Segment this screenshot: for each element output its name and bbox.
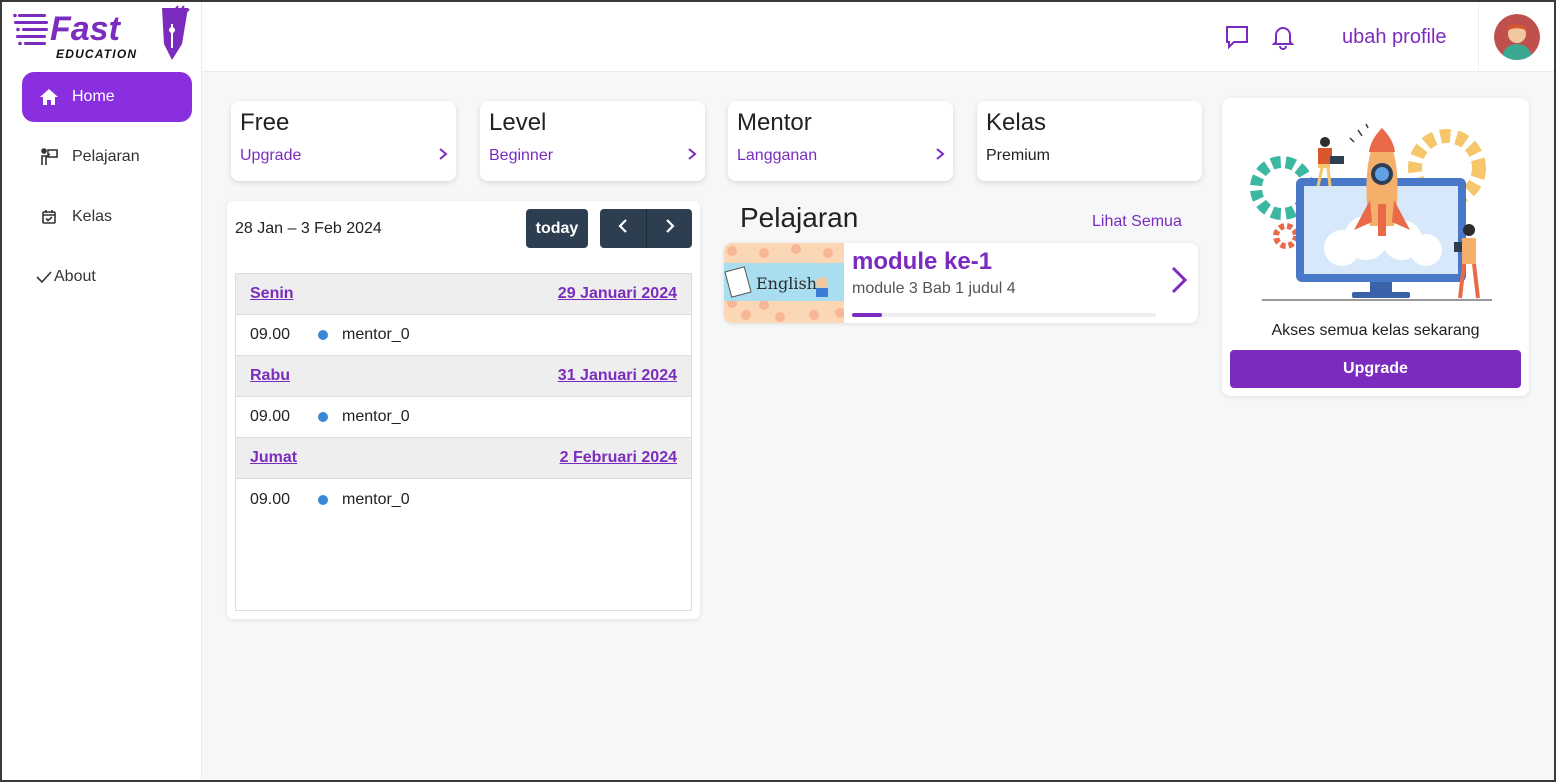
top-header: ubah profile	[202, 2, 1554, 72]
event-title: mentor_0	[342, 326, 410, 343]
rocket-illustration	[1242, 108, 1512, 308]
calendar-event[interactable]: 09.00 mentor_0	[236, 315, 691, 356]
chevron-right-icon	[935, 147, 945, 166]
module-title: module ke-1	[852, 248, 993, 275]
sidebar-item-about[interactable]: About	[22, 252, 192, 302]
brand-logo[interactable]: Fast EDUCATION	[12, 4, 192, 64]
event-dot	[318, 412, 328, 422]
day-header: Jumat 2 Februari 2024	[236, 438, 691, 479]
lessons-heading: Pelajaran	[740, 202, 859, 233]
stat-card-kelas: Kelas Premium	[977, 101, 1202, 181]
stat-sub: Beginner	[489, 147, 554, 164]
sidebar-item-kelas[interactable]: Kelas	[22, 192, 192, 242]
day-date-link[interactable]: 31 Januari 2024	[558, 367, 677, 385]
day-name-link[interactable]: Rabu	[250, 367, 290, 385]
sidebar-nav: Home Pelajaran Kelas About	[22, 72, 192, 312]
calendar-date-range: 28 Jan – 3 Feb 2024	[235, 220, 382, 237]
chevron-right-icon	[687, 147, 697, 166]
day-header: Senin 29 Januari 2024	[236, 274, 691, 315]
chevron-right-icon	[1170, 265, 1188, 300]
upgrade-button[interactable]: Upgrade	[1230, 350, 1521, 388]
app-window: Fast EDUCATION Home Pelajaran Kelas Abou…	[2, 2, 1554, 780]
sidebar-item-label: Kelas	[72, 208, 113, 225]
stat-card-level[interactable]: Level Beginner	[480, 101, 705, 181]
event-dot	[318, 494, 328, 505]
avatar[interactable]	[1493, 14, 1540, 60]
prev-week-button[interactable]	[600, 209, 646, 248]
sidebar-item-label: Pelajaran	[72, 148, 140, 165]
avatar-container	[1478, 2, 1554, 72]
brand-tagline: EDUCATION	[56, 47, 137, 61]
edit-profile-link[interactable]: ubah profile	[1342, 26, 1447, 49]
event-title: mentor_0	[342, 408, 410, 425]
stat-sub: Upgrade	[240, 147, 302, 164]
module-thumbnail: English	[724, 243, 845, 323]
module-progress-bar	[852, 313, 1156, 317]
schedule-calendar: 28 Jan – 3 Feb 2024 today Senin 29 Janua…	[227, 201, 700, 619]
event-time: 09.00	[250, 490, 291, 508]
chevron-right-icon	[438, 147, 448, 166]
check-icon	[36, 266, 52, 288]
day-name-link[interactable]: Jumat	[250, 449, 297, 467]
sidebar-item-label: About	[54, 268, 96, 285]
stat-title: Level	[489, 109, 547, 136]
day-header: Rabu 31 Januari 2024	[236, 356, 691, 397]
teacher-board-icon	[38, 146, 60, 168]
day-date-link[interactable]: 2 Februari 2024	[560, 449, 677, 467]
day-date-link[interactable]: 29 Januari 2024	[558, 285, 677, 303]
stat-title: Kelas	[986, 109, 1047, 136]
stat-sub: Premium	[986, 147, 1051, 164]
calendar-event[interactable]: 09.00 mentor_0	[236, 479, 691, 520]
stat-sub: Langganan	[737, 147, 818, 164]
chevron-right-icon	[665, 218, 675, 239]
stat-title: Mentor	[737, 109, 812, 136]
day-name-link[interactable]: Senin	[250, 285, 294, 303]
chevron-left-icon	[618, 218, 628, 239]
stat-card-free[interactable]: Free Upgrade	[231, 101, 456, 181]
calendar-list-view: Senin 29 Januari 2024 09.00 mentor_0 Rab…	[235, 273, 692, 611]
brand-name: Fast	[50, 10, 122, 48]
sidebar-item-pelajaran[interactable]: Pelajaran	[22, 132, 192, 182]
home-icon	[38, 86, 60, 108]
next-week-button[interactable]	[646, 209, 692, 248]
module-subtitle: module 3 Bab 1 judul 4	[852, 280, 1016, 297]
upgrade-card: Akses semua kelas sekarang Upgrade	[1222, 98, 1529, 396]
today-button[interactable]: today	[526, 209, 588, 248]
module-card[interactable]: English module ke-1 module 3 Bab 1 judul…	[724, 243, 1198, 323]
sidebar: Fast EDUCATION Home Pelajaran Kelas Abou…	[2, 2, 202, 780]
see-all-link[interactable]: Lihat Semua	[1092, 213, 1182, 231]
sidebar-item-home[interactable]: Home	[22, 72, 192, 122]
module-thumb-text: English	[756, 274, 817, 293]
calendar-event[interactable]: 09.00 mentor_0	[236, 397, 691, 438]
event-dot	[318, 330, 328, 340]
event-title: mentor_0	[342, 490, 410, 508]
event-time: 09.00	[250, 408, 291, 425]
sidebar-item-label: Home	[72, 88, 115, 105]
event-time: 09.00	[250, 326, 291, 343]
bell-icon[interactable]	[1268, 22, 1298, 52]
calendar-check-icon	[38, 206, 60, 228]
stat-title: Free	[240, 109, 290, 136]
upgrade-message: Akses semua kelas sekarang	[1271, 322, 1480, 339]
stat-card-mentor[interactable]: Mentor Langganan	[728, 101, 953, 181]
chat-icon[interactable]	[1222, 22, 1252, 52]
module-progress-fill	[852, 313, 883, 317]
